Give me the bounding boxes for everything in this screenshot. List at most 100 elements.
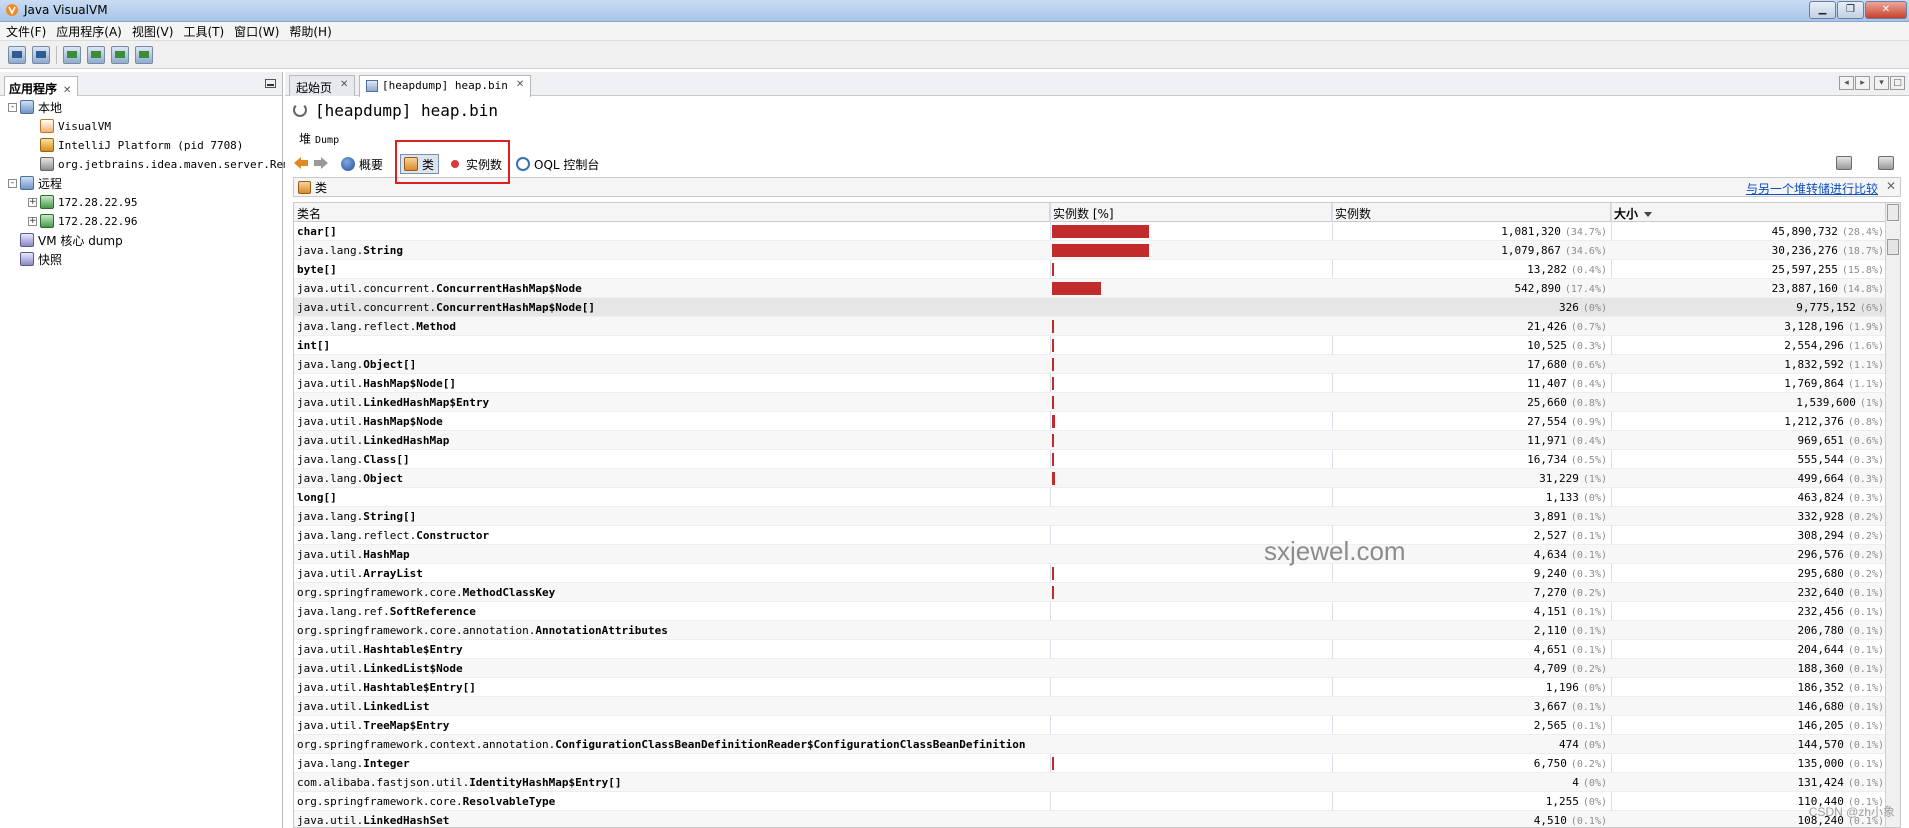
collapse-icon[interactable]: -: [8, 102, 17, 112]
table-row[interactable]: java.util.concurrent.ConcurrentHashMap$N…: [294, 298, 1887, 317]
menu-window[interactable]: 窗口(W): [230, 23, 285, 40]
column-header-instances-percent[interactable]: 实例数 [%]: [1050, 203, 1332, 222]
back-arrow-icon[interactable]: [293, 156, 309, 170]
scrollbar-thumb[interactable]: [1887, 239, 1899, 255]
table-row[interactable]: java.util.concurrent.ConcurrentHashMap$N…: [294, 279, 1887, 298]
table-row[interactable]: java.lang.reflect.Constructor 2,527 (0.1%)…: [294, 526, 1887, 545]
column-header-instances[interactable]: 实例数: [1332, 203, 1611, 222]
table-row[interactable]: java.lang.String[] 3,891 (0.1%) 332,928 (0.2…: [294, 507, 1887, 526]
close-icon[interactable]: ✕: [1886, 179, 1896, 193]
minimize-panel-icon[interactable]: [265, 79, 276, 88]
table-row[interactable]: java.util.TreeMap$Entry 2,565 (0.1%) 146,20…: [294, 716, 1887, 735]
add-snapshot-icon[interactable]: [135, 45, 153, 64]
tree-node[interactable]: - 远程: [8, 174, 62, 192]
table-row[interactable]: java.util.LinkedHashMap$Entry 25,660 (0.8%…: [294, 393, 1887, 412]
close-icon[interactable]: ✕: [340, 79, 348, 90]
table-row[interactable]: java.util.HashMap$Node[] 11,407 (0.4%) 1,76…: [294, 374, 1887, 393]
tree-node[interactable]: org.jetbrains.idea.maven.server.Remo: [28, 155, 296, 173]
table-row[interactable]: int[] 10,525 (0.3%) 2,554,296 (1.6%): [294, 336, 1887, 355]
class-name: ConcurrentHashMap$Node[]: [436, 301, 596, 314]
instances-bar-cell: [1052, 678, 1332, 697]
table-row[interactable]: java.lang.String 1,079,867 (34.6%) 30,236,2…: [294, 241, 1887, 260]
tree-node[interactable]: - 本地: [8, 98, 62, 116]
table-row[interactable]: java.util.LinkedHashSet 4,510 (0.1%) 108,24…: [294, 811, 1887, 827]
tree-node-label: VM 核心 dump: [38, 233, 123, 248]
table-row[interactable]: java.util.Hashtable$Entry 4,651 (0.1%) 204,…: [294, 640, 1887, 659]
table-row[interactable]: java.lang.Class[] 16,734 (0.5%) 555,544 (0.3…: [294, 450, 1887, 469]
close-icon[interactable]: ✕: [516, 79, 524, 90]
tree-node[interactable]: IntelliJ Platform (pid 7708): [28, 136, 243, 154]
table-row[interactable]: char[] 1,081,320 (34.7%) 45,890,732 (28.4%): [294, 222, 1887, 241]
table-row[interactable]: java.lang.Object[] 17,680 (0.6%) 1,832,592(…: [294, 355, 1887, 374]
table-row[interactable]: java.util.LinkedHashMap 11,971 (0.4%) 969,6…: [294, 431, 1887, 450]
expand-icon[interactable]: +: [28, 197, 37, 207]
table-row[interactable]: java.util.LinkedList$Node 4,709 (0.2%) 188,…: [294, 659, 1887, 678]
table-row[interactable]: byte[] 13,282 (0.4%) 25,597,255 (15.8%): [294, 260, 1887, 279]
instances-cell: 6,750 (0.2%): [1334, 754, 1607, 773]
tree-node[interactable]: VM 核心 dump: [8, 231, 123, 249]
add-vm-coredump-icon[interactable]: [111, 45, 129, 64]
load-snapshot-icon[interactable]: [8, 45, 26, 64]
table-row[interactable]: long[] 1,133 (0%) 463,824 (0.3%): [294, 488, 1887, 507]
table-row[interactable]: java.util.LinkedList 3,667 (0.1%) 146,680 (0…: [294, 697, 1887, 716]
package-name: java.util.: [297, 643, 364, 656]
instances-bar-cell: [1052, 298, 1332, 317]
size-cell: 555,544 (0.3%): [1614, 450, 1884, 469]
menu-application[interactable]: 应用程序(A): [52, 23, 128, 40]
size-percent: (0.1%): [1847, 778, 1884, 789]
table-row[interactable]: java.util.HashMap$Node 27,554 (0.9%) 1,212,…: [294, 412, 1887, 431]
table-row[interactable]: org.springframework.context.annotation.C…: [294, 735, 1887, 754]
table-row[interactable]: java.util.ArrayList 9,240 (0.3%) 295,680 (0.…: [294, 564, 1887, 583]
table-row[interactable]: java.util.HashMap 4,634 (0.1%) 296,576 (0.2%…: [294, 545, 1887, 564]
view-oql-button[interactable]: OQL 控制台: [516, 154, 599, 174]
close-icon[interactable]: ✕: [63, 85, 71, 96]
expand-icon[interactable]: +: [28, 216, 37, 226]
scroll-menu-icon[interactable]: [1887, 204, 1899, 221]
tree-node[interactable]: VisualVM: [28, 117, 111, 135]
close-icon[interactable]: ✕: [1865, 1, 1907, 19]
column-header-size[interactable]: 大小: [1611, 203, 1887, 222]
view-summary-button[interactable]: 概要: [341, 154, 383, 174]
table-row[interactable]: java.lang.ref.SoftReference 4,151 (0.1%) 23…: [294, 602, 1887, 621]
tab-list-icon[interactable]: ▾: [1874, 76, 1889, 90]
size-percent: (1.1%): [1847, 360, 1884, 371]
applications-tab[interactable]: 应用程序 ✕: [4, 76, 79, 96]
tab-heapdump[interactable]: [heapdump] heap.bin ✕: [359, 75, 532, 97]
minimize-icon[interactable]: ▁: [1809, 1, 1836, 19]
table-row[interactable]: org.springframework.core.annotation.Anno…: [294, 621, 1887, 640]
save-icon[interactable]: [1836, 156, 1852, 170]
compare-heapdump-link[interactable]: 与另一个堆转储进行比较: [1746, 180, 1878, 197]
scroll-tabs-left-icon[interactable]: ◂: [1839, 76, 1854, 90]
menu-view[interactable]: 视图(V): [128, 23, 180, 40]
menu-tools[interactable]: 工具(T): [179, 23, 230, 40]
vertical-scrollbar[interactable]: [1885, 203, 1900, 827]
table-row[interactable]: java.lang.Object 31,229 (1%) 499,664 (0.3%): [294, 469, 1887, 488]
table-row[interactable]: org.springframework.core.MethodClassKey 7…: [294, 583, 1887, 602]
tree-node[interactable]: +172.28.22.95: [28, 193, 137, 211]
maximize-panel-icon[interactable]: □: [1890, 76, 1905, 90]
tree-node-label: 172.28.22.96: [58, 214, 138, 228]
size-value: 1,212,376: [1784, 415, 1844, 428]
table-row[interactable]: org.springframework.core.ResolvableType 1…: [294, 792, 1887, 811]
instances-cell: 7,270 (0.2%): [1334, 583, 1607, 602]
maximize-icon[interactable]: ❐: [1837, 1, 1864, 19]
instances-percent: (0%): [1582, 797, 1607, 808]
tab-start-page[interactable]: 起始页 ✕: [289, 75, 356, 96]
collapse-icon[interactable]: -: [8, 178, 17, 188]
table-row[interactable]: java.util.Hashtable$Entry[] 1,196 (0%) 186,…: [294, 678, 1887, 697]
forward-arrow-icon[interactable]: [313, 156, 329, 170]
tree-node[interactable]: 快照: [8, 250, 62, 268]
inspect-icon[interactable]: [1878, 156, 1894, 170]
table-row[interactable]: java.lang.reflect.Method 21,426 (0.7%) 3,12…: [294, 317, 1887, 336]
column-header-class-name[interactable]: 类名: [294, 203, 1050, 222]
scroll-tabs-right-icon[interactable]: ▸: [1855, 76, 1870, 90]
table-row[interactable]: com.alibaba.fastjson.util.IdentityHashMa…: [294, 773, 1887, 792]
size-percent: (18.7%): [1841, 246, 1884, 257]
save-snapshot-icon[interactable]: [32, 45, 50, 64]
add-remote-host-icon[interactable]: [63, 45, 81, 64]
menu-file[interactable]: 文件(F): [2, 23, 52, 40]
menu-help[interactable]: 帮助(H): [285, 23, 337, 40]
tree-node[interactable]: +172.28.22.96: [28, 212, 137, 230]
add-jmx-connection-icon[interactable]: [87, 45, 105, 64]
table-row[interactable]: java.lang.Integer 6,750 (0.2%) 135,000 (0.1%…: [294, 754, 1887, 773]
